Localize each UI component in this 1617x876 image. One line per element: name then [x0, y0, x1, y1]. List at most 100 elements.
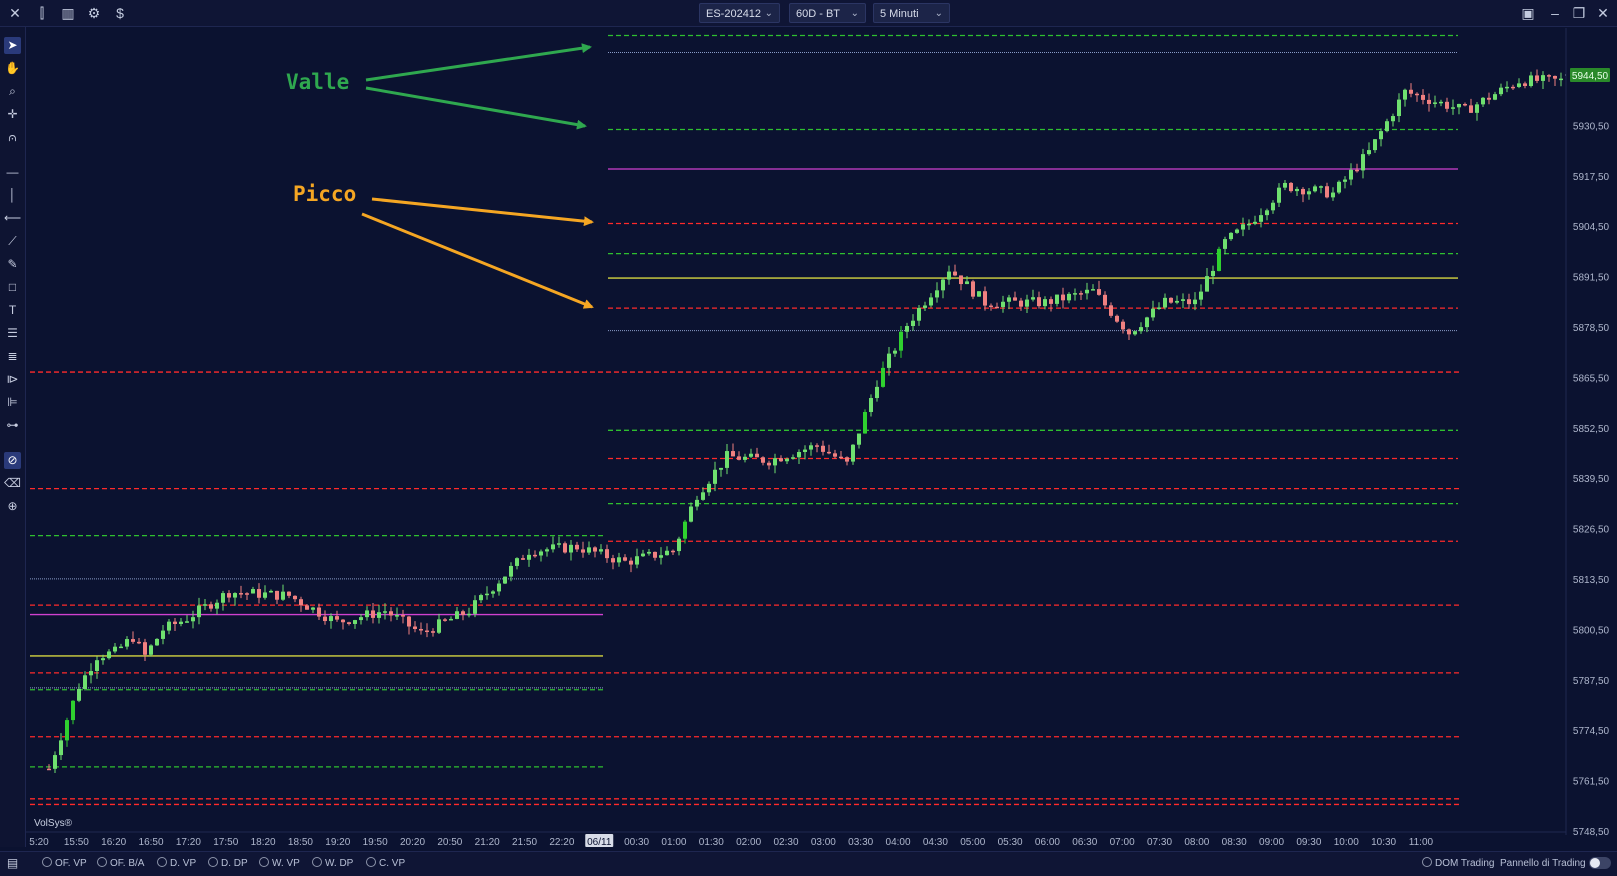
- candle-body: [179, 621, 183, 625]
- candle-body: [1205, 276, 1209, 292]
- candle-body: [1199, 291, 1203, 300]
- candle-body: [857, 433, 861, 445]
- candle-body: [215, 602, 219, 609]
- candle-body: [917, 307, 921, 321]
- candle-body: [1427, 99, 1431, 104]
- candle-body: [1361, 154, 1365, 171]
- candle-body: [167, 621, 171, 631]
- trading-panel-toggle[interactable]: [1589, 857, 1611, 869]
- price-tick-label: 5748,50: [1573, 827, 1610, 838]
- candle-body: [455, 611, 459, 619]
- option-of-ba[interactable]: OF. B/A: [97, 857, 144, 871]
- radio-icon: [1422, 857, 1432, 867]
- candle-body: [623, 557, 627, 561]
- time-tick-label: 11:00: [1409, 837, 1434, 848]
- candle-body: [1331, 192, 1335, 198]
- dom-trading-option[interactable]: DOM Trading: [1422, 857, 1494, 871]
- candle-body: [353, 620, 357, 624]
- candle-body: [521, 558, 525, 560]
- candle-body: [1217, 248, 1221, 271]
- price-tick-label: 5878,50: [1573, 323, 1610, 334]
- candle-body: [1007, 297, 1011, 302]
- time-tick-label: 01:00: [661, 837, 686, 848]
- candle-body: [551, 544, 555, 550]
- candle-body: [1277, 187, 1281, 203]
- candle-body: [1367, 150, 1371, 155]
- candle-body: [1121, 321, 1125, 330]
- toggle-knob: [1590, 858, 1600, 868]
- time-tick-label: 04:30: [923, 837, 948, 848]
- last-price-label: 5944,50: [1572, 71, 1609, 82]
- candle-body: [59, 740, 63, 756]
- candle-body: [1487, 97, 1491, 100]
- candle-body: [227, 593, 231, 598]
- option-w-vp[interactable]: W. VP: [259, 857, 300, 871]
- panel-icon[interactable]: ▤: [4, 855, 21, 872]
- candle-body: [1013, 297, 1017, 301]
- time-tick-label: 02:00: [736, 837, 761, 848]
- candle-body: [581, 549, 585, 553]
- candle-body: [665, 550, 669, 556]
- candle-body: [77, 688, 81, 701]
- candle-body: [845, 457, 849, 462]
- candle-body: [755, 453, 759, 458]
- candle-body: [839, 456, 843, 459]
- candle-body: [1313, 186, 1317, 192]
- candle-body: [395, 615, 399, 617]
- price-tick-label: 5800,50: [1573, 625, 1610, 636]
- candle-body: [527, 554, 531, 560]
- candle-body: [1541, 75, 1545, 81]
- time-tick-label: 20:20: [400, 837, 425, 848]
- option-label: OF. B/A: [110, 858, 145, 869]
- time-tick-label: 08:30: [1222, 837, 1247, 848]
- candle-body: [575, 544, 579, 550]
- time-tick-label: 5:20: [29, 837, 49, 848]
- candle-body: [1085, 289, 1089, 294]
- option-w-dp[interactable]: W. DP: [312, 857, 353, 871]
- candle-body: [1481, 97, 1485, 105]
- candle-body: [1457, 103, 1461, 108]
- candle-body: [533, 554, 537, 557]
- candle-body: [1415, 93, 1419, 96]
- candle-body: [191, 617, 195, 622]
- candle-body: [1553, 75, 1557, 79]
- candle-body: [875, 386, 879, 399]
- candle-body: [587, 547, 591, 553]
- candle-body: [65, 720, 69, 741]
- level-lines: [30, 34, 1460, 806]
- candle-body: [1463, 103, 1467, 106]
- candle-body: [593, 547, 597, 552]
- option-d-dp[interactable]: D. DP: [208, 857, 248, 871]
- candle-body: [743, 456, 747, 460]
- price-chart[interactable]: Valle Picco 5944,50 5930,50 5917,50 5904,50…: [0, 0, 1617, 875]
- candle-body: [131, 639, 135, 642]
- time-tick-label: 10:30: [1371, 837, 1396, 848]
- candle-body: [641, 553, 645, 557]
- candle-body: [1535, 75, 1539, 81]
- option-of-vp[interactable]: OF. VP: [42, 857, 87, 871]
- candle-body: [329, 616, 333, 622]
- option-label: C. VP: [379, 858, 406, 869]
- candle-body: [287, 591, 291, 596]
- candle-body: [1433, 102, 1437, 104]
- time-tick-label: 21:50: [512, 837, 537, 848]
- time-tick-label: 10:00: [1334, 837, 1359, 848]
- candle-body: [965, 281, 969, 285]
- candle-body: [221, 593, 225, 603]
- candle-body: [461, 611, 465, 615]
- option-c-vp[interactable]: C. VP: [366, 857, 405, 871]
- candle-body: [725, 451, 729, 468]
- candle-body: [89, 671, 93, 676]
- radio-icon: [208, 857, 218, 867]
- option-d-vp[interactable]: D. VP: [157, 857, 196, 871]
- candle-body: [1271, 202, 1275, 211]
- option-label: D. DP: [221, 858, 248, 869]
- candle-body: [905, 326, 909, 332]
- time-tick-label: 18:20: [251, 837, 276, 848]
- candle-body: [119, 646, 123, 649]
- valle-arrow-1: [365, 43, 592, 82]
- candle-body: [467, 613, 471, 616]
- candle-body: [1517, 83, 1521, 87]
- candle-body: [1343, 179, 1347, 182]
- candle-body: [737, 456, 741, 460]
